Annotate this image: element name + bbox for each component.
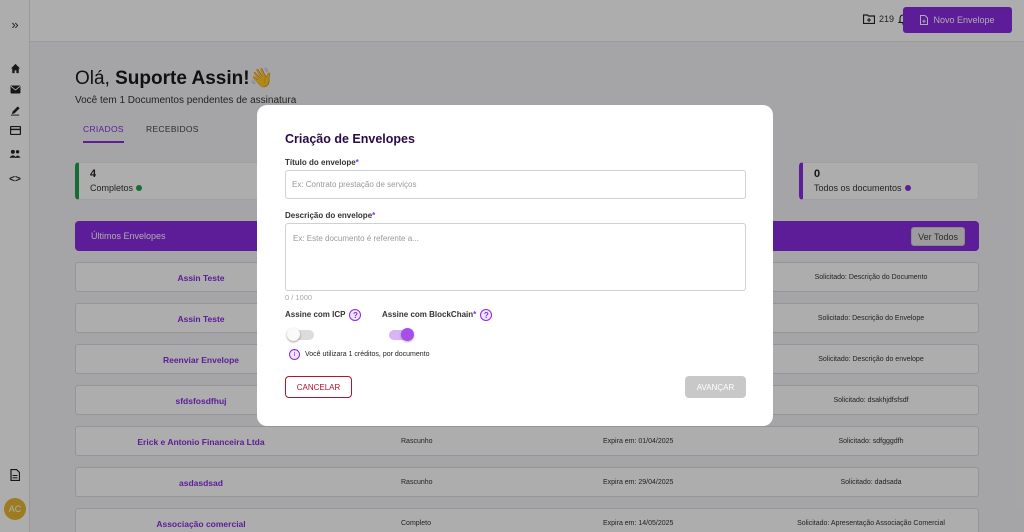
- toggle-knob: [287, 328, 300, 341]
- required-mark: *: [355, 158, 359, 167]
- character-counter: 0 / 1000: [285, 293, 313, 302]
- blockchain-label: Assine com BlockChain*?: [382, 309, 493, 321]
- create-envelope-modal: Criação de Envelopes Título do envelope*…: [257, 105, 773, 426]
- modal-title: Criação de Envelopes: [285, 132, 415, 146]
- required-mark: *: [473, 310, 477, 320]
- toggle-knob: [401, 328, 414, 341]
- help-icon[interactable]: ?: [349, 309, 362, 321]
- info-icon: i: [289, 349, 300, 360]
- blockchain-toggle[interactable]: [389, 328, 414, 341]
- description-field-label: Descrição do envelope*: [285, 211, 376, 220]
- credits-info: i Você utilizara 1 créditos, por documen…: [289, 349, 430, 360]
- icp-label: Assine com ICP?: [285, 309, 362, 321]
- title-field-label: Título do envelope*: [285, 158, 359, 167]
- title-input[interactable]: Ex: Contrato prestação de serviços: [285, 170, 746, 199]
- icp-toggle[interactable]: [287, 328, 314, 341]
- next-button[interactable]: AVANÇAR: [685, 376, 746, 398]
- cancel-button[interactable]: CANCELAR: [285, 376, 352, 398]
- description-textarea[interactable]: Ex: Este documento é referente a...: [285, 223, 746, 291]
- help-icon[interactable]: ?: [480, 309, 493, 321]
- required-mark: *: [372, 211, 376, 220]
- credits-info-text: Você utilizara 1 créditos, por documento: [305, 351, 430, 358]
